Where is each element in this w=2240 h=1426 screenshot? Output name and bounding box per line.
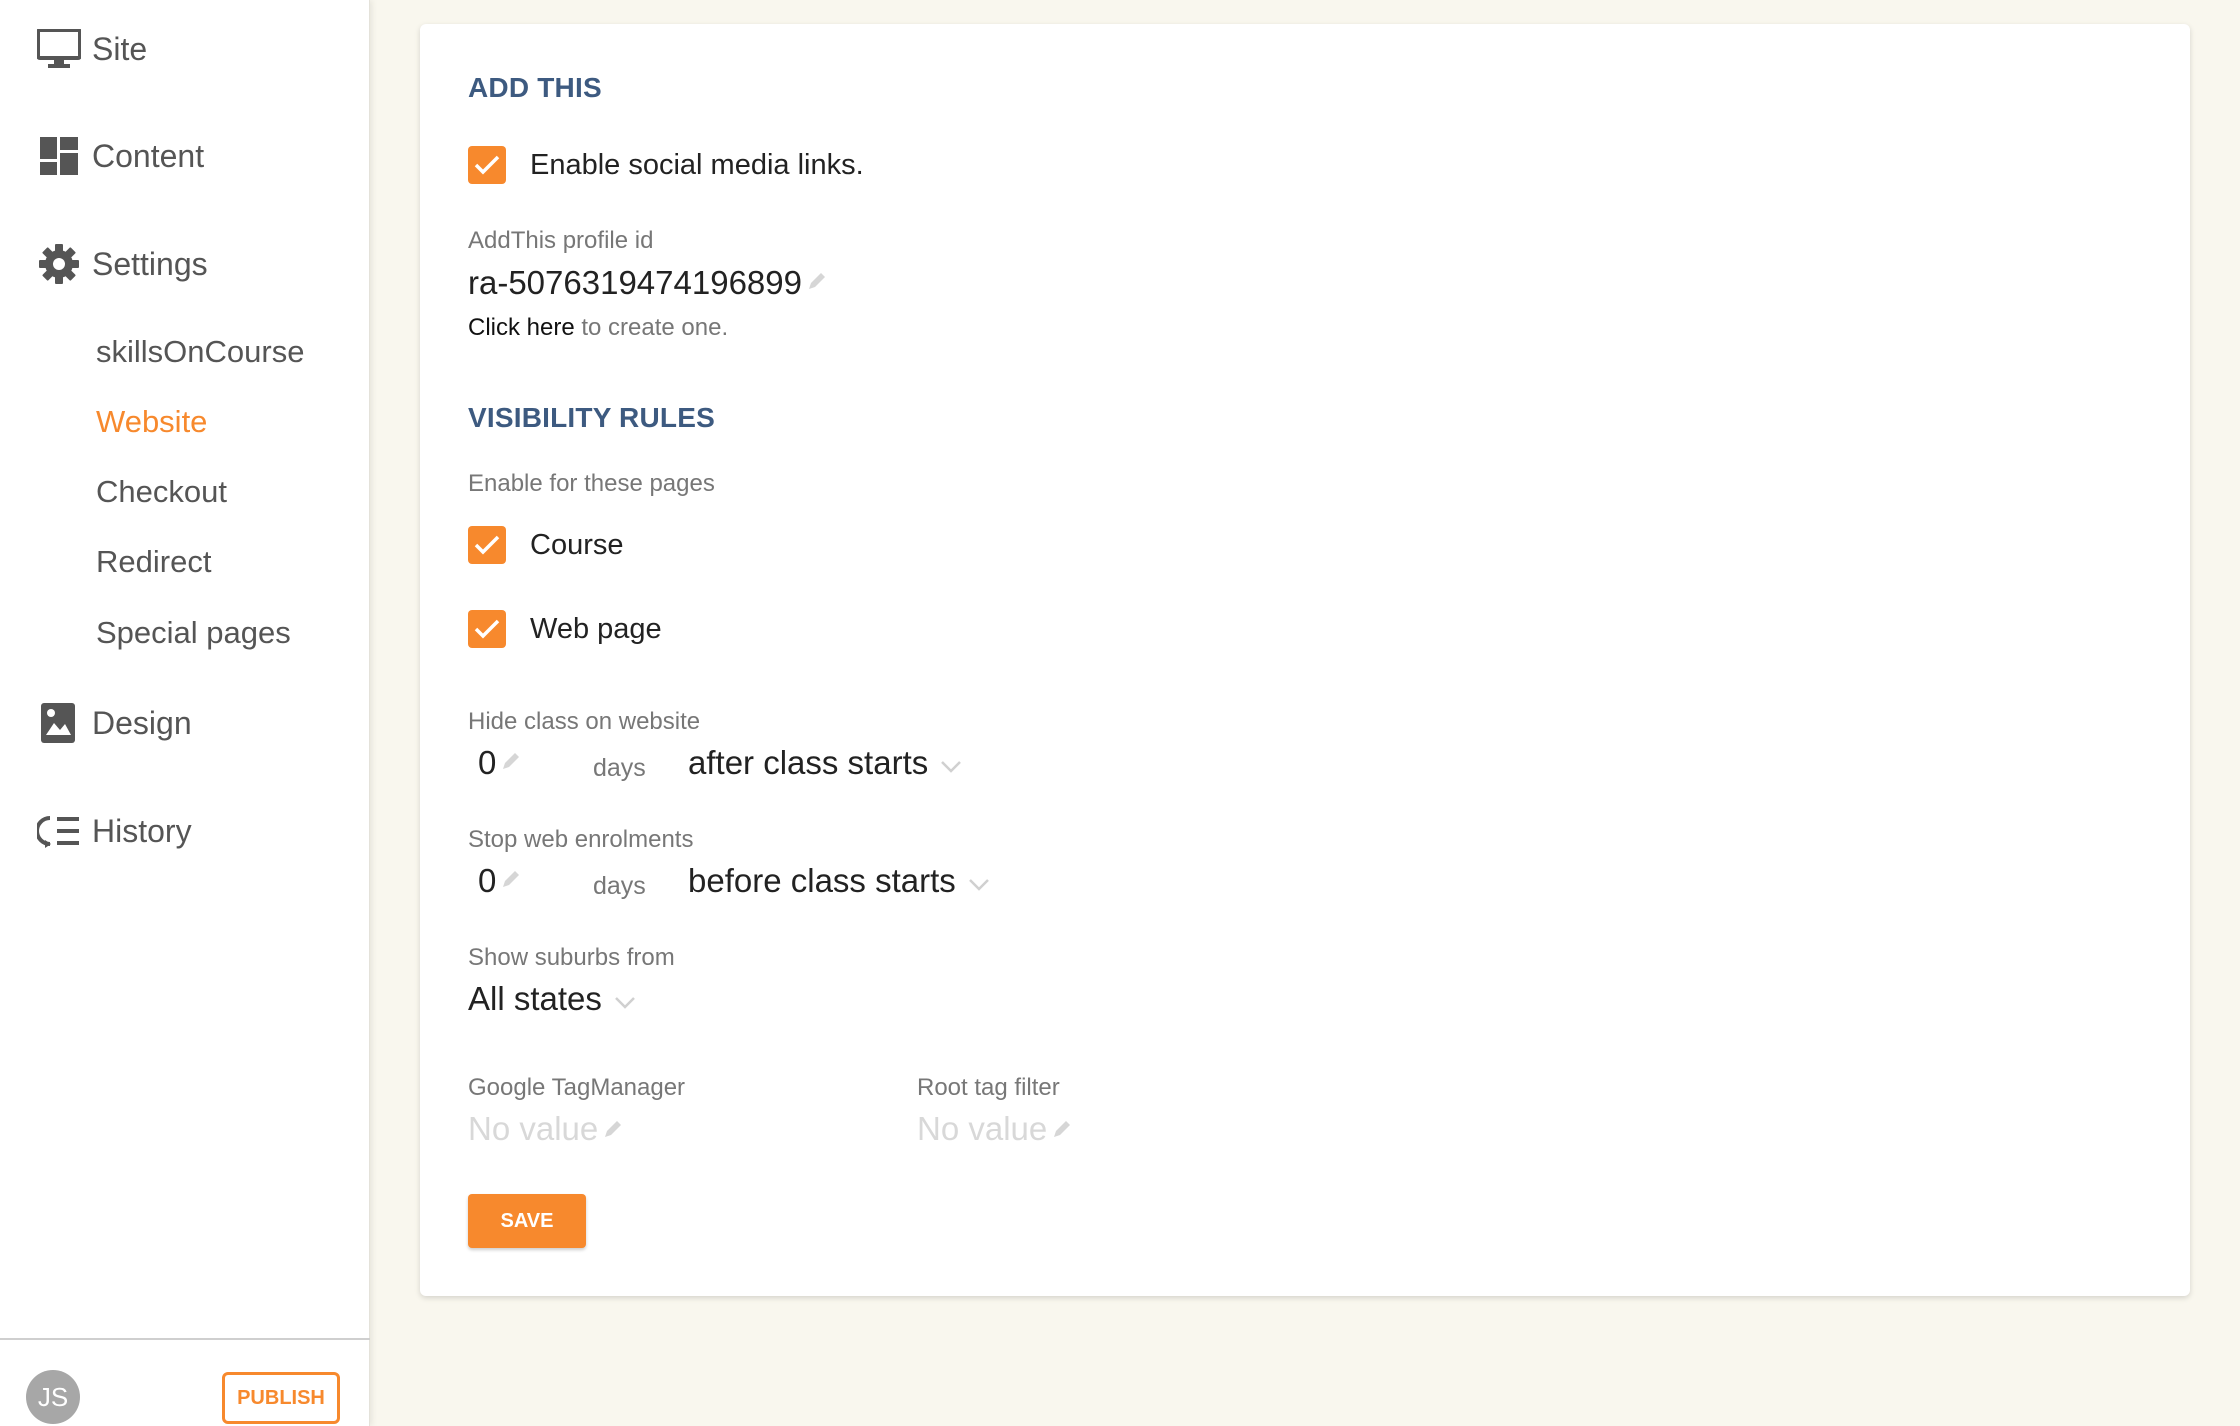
stop-enrol-label: Stop web enrolments bbox=[468, 826, 694, 853]
web-page-label: Web page bbox=[530, 612, 662, 645]
dashboard-icon bbox=[36, 133, 82, 179]
suburbs-select[interactable]: All states bbox=[468, 980, 636, 1018]
nav-history-label: History bbox=[92, 812, 192, 849]
click-here-link[interactable]: Click here bbox=[468, 314, 575, 341]
hide-class-option: after class starts bbox=[688, 744, 929, 781]
root-tag-field[interactable]: No value bbox=[917, 1110, 1073, 1148]
tag-manager-field[interactable]: No value bbox=[468, 1110, 624, 1148]
image-icon bbox=[36, 700, 82, 746]
check-icon bbox=[474, 619, 500, 639]
web-page-checkbox[interactable] bbox=[468, 610, 506, 648]
nav-design[interactable]: Design bbox=[36, 700, 192, 746]
nav-design-label: Design bbox=[92, 704, 192, 741]
profile-id-value: ra-5076319474196899 bbox=[468, 264, 802, 301]
hide-class-unit: days bbox=[593, 754, 646, 782]
profile-id-field[interactable]: ra-5076319474196899 bbox=[468, 264, 828, 302]
root-tag-placeholder: No value bbox=[917, 1110, 1048, 1147]
chevron-down-icon bbox=[940, 744, 962, 782]
create-profile-hint: Click here to create one. bbox=[468, 314, 728, 342]
history-icon bbox=[36, 808, 82, 854]
stop-enrol-unit: days bbox=[593, 872, 646, 900]
settings-item-special-pages[interactable]: Special pages bbox=[96, 615, 291, 651]
check-icon bbox=[474, 155, 500, 175]
nav-content[interactable]: Content bbox=[36, 133, 204, 179]
edit-pencil-icon bbox=[602, 1110, 624, 1148]
nav-settings-label: Settings bbox=[92, 245, 208, 282]
page-course-row: Course bbox=[468, 526, 624, 564]
nav-site-label: Site bbox=[92, 30, 148, 67]
save-button[interactable]: SAVE bbox=[468, 1194, 586, 1248]
stop-enrol-days-value: 0 bbox=[478, 862, 497, 899]
tag-manager-label: Google TagManager bbox=[468, 1074, 686, 1101]
sidebar-footer: JS PUBLISH bbox=[0, 1338, 370, 1426]
sidebar: Site Content Settings skillsOnCourse Web… bbox=[0, 0, 370, 1426]
stop-enrol-select[interactable]: before class starts bbox=[688, 862, 990, 900]
stop-enrol-option: before class starts bbox=[688, 862, 956, 899]
chevron-down-icon bbox=[968, 862, 990, 900]
enable-social-label: Enable social media links. bbox=[530, 148, 864, 181]
pages-label: Enable for these pages bbox=[468, 470, 715, 497]
nav-history[interactable]: History bbox=[36, 808, 192, 854]
monitor-icon bbox=[36, 26, 82, 72]
hide-class-days-field[interactable]: 0 bbox=[478, 744, 522, 782]
edit-pencil-icon bbox=[500, 750, 522, 777]
tag-manager-placeholder: No value bbox=[468, 1110, 599, 1147]
enable-social-row: Enable social media links. bbox=[468, 146, 864, 184]
nav-site[interactable]: Site bbox=[36, 26, 147, 72]
nav-content-label: Content bbox=[92, 137, 205, 174]
chevron-down-icon bbox=[614, 980, 636, 1018]
stop-enrol-days-field[interactable]: 0 bbox=[478, 862, 522, 900]
page-webpage-row: Web page bbox=[468, 610, 662, 648]
hide-class-label: Hide class on website bbox=[468, 708, 701, 735]
hide-class-days-value: 0 bbox=[478, 744, 497, 781]
edit-pencil-icon bbox=[806, 270, 828, 297]
course-checkbox[interactable] bbox=[468, 526, 506, 564]
add-this-title: ADD THIS bbox=[468, 72, 602, 103]
settings-item-skillsoncourse[interactable]: skillsOnCourse bbox=[96, 334, 304, 370]
suburbs-option: All states bbox=[468, 980, 602, 1017]
avatar[interactable]: JS bbox=[26, 1370, 80, 1424]
create-one-text: to create one. bbox=[574, 314, 729, 341]
settings-card: ADD THIS Enable social media links. AddT… bbox=[420, 24, 2190, 1296]
nav-settings[interactable]: Settings bbox=[36, 241, 208, 287]
suburbs-label: Show suburbs from bbox=[468, 944, 675, 971]
hide-class-select[interactable]: after class starts bbox=[688, 744, 962, 782]
visibility-rules-title: VISIBILITY RULES bbox=[468, 402, 715, 433]
settings-item-redirect[interactable]: Redirect bbox=[96, 544, 211, 580]
root-tag-label: Root tag filter bbox=[917, 1074, 1060, 1101]
edit-pencil-icon bbox=[1051, 1110, 1073, 1148]
gear-icon bbox=[36, 241, 82, 287]
profile-id-label: AddThis profile id bbox=[468, 227, 654, 254]
enable-social-checkbox[interactable] bbox=[468, 146, 506, 184]
course-label: Course bbox=[530, 528, 624, 561]
settings-item-checkout[interactable]: Checkout bbox=[96, 474, 227, 510]
publish-button[interactable]: PUBLISH bbox=[222, 1372, 340, 1424]
check-icon bbox=[474, 535, 500, 555]
settings-item-website[interactable]: Website bbox=[96, 404, 207, 440]
edit-pencil-icon bbox=[500, 868, 522, 895]
